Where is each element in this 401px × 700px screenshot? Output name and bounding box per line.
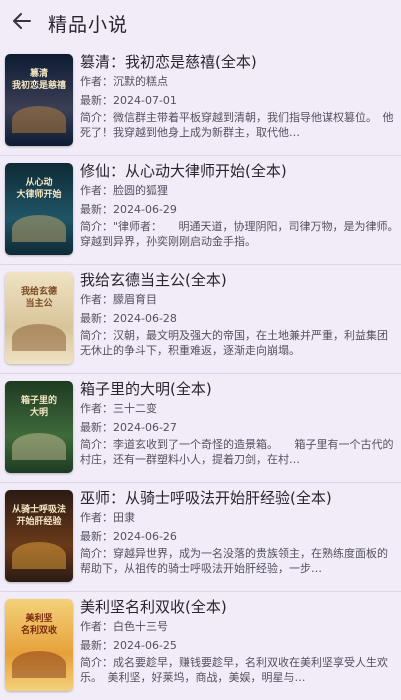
book-intro: 简介：穿越异世界，成为一名没落的贵族领主，在熟练度面板的帮助下，从祖传的骑士呼吸… <box>80 547 388 575</box>
book-cover: 箱子里的 大明 <box>5 381 73 473</box>
book-updated-date: 最新：2024-06-25 <box>80 639 177 652</box>
book-cover: 美利坚 名利双收 <box>5 599 73 691</box>
back-button[interactable] <box>2 3 42 43</box>
book-author: 作者：白色十三号 <box>80 620 168 633</box>
cover-art <box>11 650 67 679</box>
book-intro: 简介：李道玄收到了一个奇怪的造景箱。 箱子里有一个古代的村庄，还有一群塑料小人，… <box>80 438 394 466</box>
app-bar: 精品小说 <box>0 0 401 46</box>
cover-art <box>11 432 67 461</box>
book-updated-date: 最新：2024-07-01 <box>80 94 177 107</box>
book-author: 作者：田隶 <box>80 511 135 524</box>
book-title: 巫师：从骑士呼吸法开始肝经验(全本) <box>80 489 332 507</box>
book-updated-date: 最新：2024-06-28 <box>80 312 177 325</box>
book-cover: 从心动 大律师开始 <box>5 163 73 255</box>
divider <box>0 264 401 265</box>
cover-title: 从心动 大律师开始 <box>16 178 62 200</box>
book-intro: 简介：成名要趁早，赚钱要趁早，名利双收在美利坚享受人生欢乐。 美利坚，好莱坞，商… <box>80 656 388 684</box>
book-info: 美利坚名利双收(全本) 作者：白色十三号 最新：2024-06-25 简介：成名要趁早… <box>80 597 395 685</box>
book-list-item[interactable]: 箱子里的 大明 箱子里的大明(全本) 作者：三十二变最新：2024-06-27 简介：… <box>0 377 401 486</box>
book-cover: 从骑士呼吸法 开始肝经验 <box>5 490 73 582</box>
divider <box>0 591 401 592</box>
book-intro: 简介：微信群主带着平板穿越到清朝，我们指导他谋权篡位。 他死了！我穿越到他身上成… <box>80 111 394 139</box>
book-updated-date: 最新：2024-06-26 <box>80 530 177 543</box>
book-author: 作者：三十二变 <box>80 402 157 415</box>
book-updated-date: 最新：2024-06-29 <box>80 203 177 216</box>
cover-art <box>11 214 67 243</box>
cover-art <box>11 541 67 570</box>
book-info: 修仙：从心动大律师开始(全本) 作者：脸圆的狐狸 最新：2024-06-29 简介："… <box>80 161 395 249</box>
book-title: 美利坚名利双收(全本) <box>80 598 227 616</box>
cover-art <box>11 323 67 352</box>
book-list-item[interactable]: 从骑士呼吸法 开始肝经验 巫师：从骑士呼吸法开始肝经验(全本) 作者：田隶最新：20… <box>0 486 401 595</box>
book-intro: 简介："律师者： 明通天道，协理阴阳，司律万物，是为律师。 穿越到异界，孙奕刚刚… <box>80 220 395 248</box>
cover-title: 美利坚 名利双收 <box>20 614 57 636</box>
cover-title: 篡清 我初恋是慈禧 <box>11 69 66 91</box>
cover-title: 箱子里的 大明 <box>20 396 57 418</box>
book-intro: 简介：汉朝，最文明及强大的帝国，在土地兼并严重，利益集团无休止的争斗下，积重难返… <box>80 329 388 357</box>
book-list-item[interactable]: 我给玄德 当主公 我给玄德当主公(全本) 作者：朦眉育目最新：2024-06-28 简… <box>0 268 401 377</box>
book-author: 作者：朦眉育目 <box>80 293 157 306</box>
arrow-left-icon <box>13 13 31 33</box>
divider <box>0 373 401 374</box>
book-updated-date: 最新：2024-06-27 <box>80 421 177 434</box>
book-title: 篡清：我初恋是慈禧(全本) <box>80 53 257 71</box>
divider <box>0 155 401 156</box>
book-author: 作者：沉默的糕点 <box>80 75 168 88</box>
book-cover: 篡清 我初恋是慈禧 <box>5 54 73 146</box>
book-list-item[interactable]: 美利坚 名利双收 美利坚名利双收(全本) 作者：白色十三号 最新：2024-06-25… <box>0 595 401 700</box>
book-author: 作者：脸圆的狐狸 <box>80 184 168 197</box>
book-info: 我给玄德当主公(全本) 作者：朦眉育目最新：2024-06-28 简介：汉朝，最文明… <box>80 270 395 358</box>
book-cover: 我给玄德 当主公 <box>5 272 73 364</box>
book-list-item[interactable]: 从心动 大律师开始 修仙：从心动大律师开始(全本) 作者：脸圆的狐狸 最新：2024-… <box>0 159 401 268</box>
book-info: 巫师：从骑士呼吸法开始肝经验(全本) 作者：田隶最新：2024-06-26 简介：穿… <box>80 488 395 576</box>
cover-art <box>11 105 67 134</box>
book-title: 我给玄德当主公(全本) <box>80 271 227 289</box>
book-list-item[interactable]: 篡清 我初恋是慈禧 篡清：我初恋是慈禧(全本) 作者：沉默的糕点 最新：2024-07… <box>0 50 401 159</box>
book-list: 篡清 我初恋是慈禧 篡清：我初恋是慈禧(全本) 作者：沉默的糕点 最新：2024-07… <box>0 50 401 700</box>
book-title: 修仙：从心动大律师开始(全本) <box>80 162 287 180</box>
book-title: 箱子里的大明(全本) <box>80 380 212 398</box>
page-title: 精品小说 <box>48 13 129 36</box>
book-info: 箱子里的大明(全本) 作者：三十二变最新：2024-06-27 简介：李道玄收到了一… <box>80 379 395 467</box>
cover-title: 从骑士呼吸法 开始肝经验 <box>11 505 66 527</box>
divider <box>0 482 401 483</box>
cover-title: 我给玄德 当主公 <box>20 287 57 309</box>
book-info: 篡清：我初恋是慈禧(全本) 作者：沉默的糕点 最新：2024-07-01 简介：微信群… <box>80 52 395 140</box>
